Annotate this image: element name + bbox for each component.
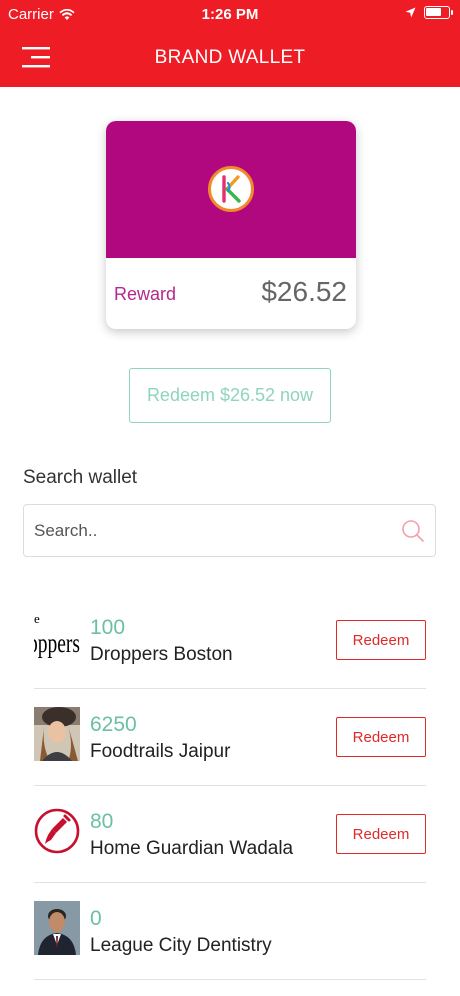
svg-text:e: e — [34, 611, 40, 626]
reward-label: Reward — [114, 284, 177, 304]
redeem-now-button[interactable]: Redeem $26.52 now — [129, 368, 331, 423]
list-item[interactable]: 6250 Foodtrails Jaipur Redeem — [0, 689, 460, 786]
wallet-list: e pppers 100 Droppers Boston Redeem 6250… — [0, 592, 460, 980]
item-points: 6250 — [90, 713, 137, 736]
search-heading: Search wallet — [23, 467, 138, 488]
search-box — [23, 504, 436, 557]
redeem-button[interactable]: Redeem — [336, 620, 426, 660]
droppers-logo-icon: e pppers — [34, 610, 80, 664]
svg-text:pppers: pppers — [34, 628, 80, 658]
person-photo-icon — [34, 901, 80, 955]
list-item[interactable]: e pppers 100 Droppers Boston Redeem — [0, 592, 460, 689]
item-name: Droppers Boston — [90, 644, 233, 665]
page-title: BRAND WALLET — [154, 47, 306, 68]
item-points: 100 — [90, 616, 126, 639]
battery-icon — [424, 6, 453, 19]
search-icon[interactable] — [401, 519, 425, 543]
item-name: League City Dentistry — [90, 935, 272, 956]
card-header — [106, 121, 356, 258]
brand-card[interactable]: Reward $26.52 — [106, 121, 356, 329]
item-points: 0 — [90, 907, 102, 930]
nav-bar: BRAND WALLET — [0, 30, 460, 87]
reward-amount: $26.52 — [261, 276, 347, 307]
brand-logo-icon — [208, 166, 254, 212]
item-points: 80 — [90, 810, 114, 833]
redeem-button[interactable]: Redeem — [336, 814, 426, 854]
paintbrush-logo-icon — [34, 804, 80, 858]
status-right — [405, 6, 453, 19]
status-time: 1:26 PM — [201, 6, 259, 23]
redeem-button[interactable]: Redeem — [336, 717, 426, 757]
item-name: Home Guardian Wadala — [90, 838, 294, 859]
person-photo-icon — [34, 707, 80, 761]
status-bar: Carrier 1:26 PM — [0, 0, 460, 30]
card-footer: Reward $26.52 — [106, 258, 356, 329]
location-arrow-icon — [405, 7, 416, 18]
item-name: Foodtrails Jaipur — [90, 741, 231, 762]
list-item[interactable]: 80 Home Guardian Wadala Redeem — [0, 786, 460, 883]
battery-level — [426, 8, 441, 16]
search-input[interactable] — [34, 505, 394, 556]
list-item[interactable]: 0 League City Dentistry — [0, 883, 460, 980]
